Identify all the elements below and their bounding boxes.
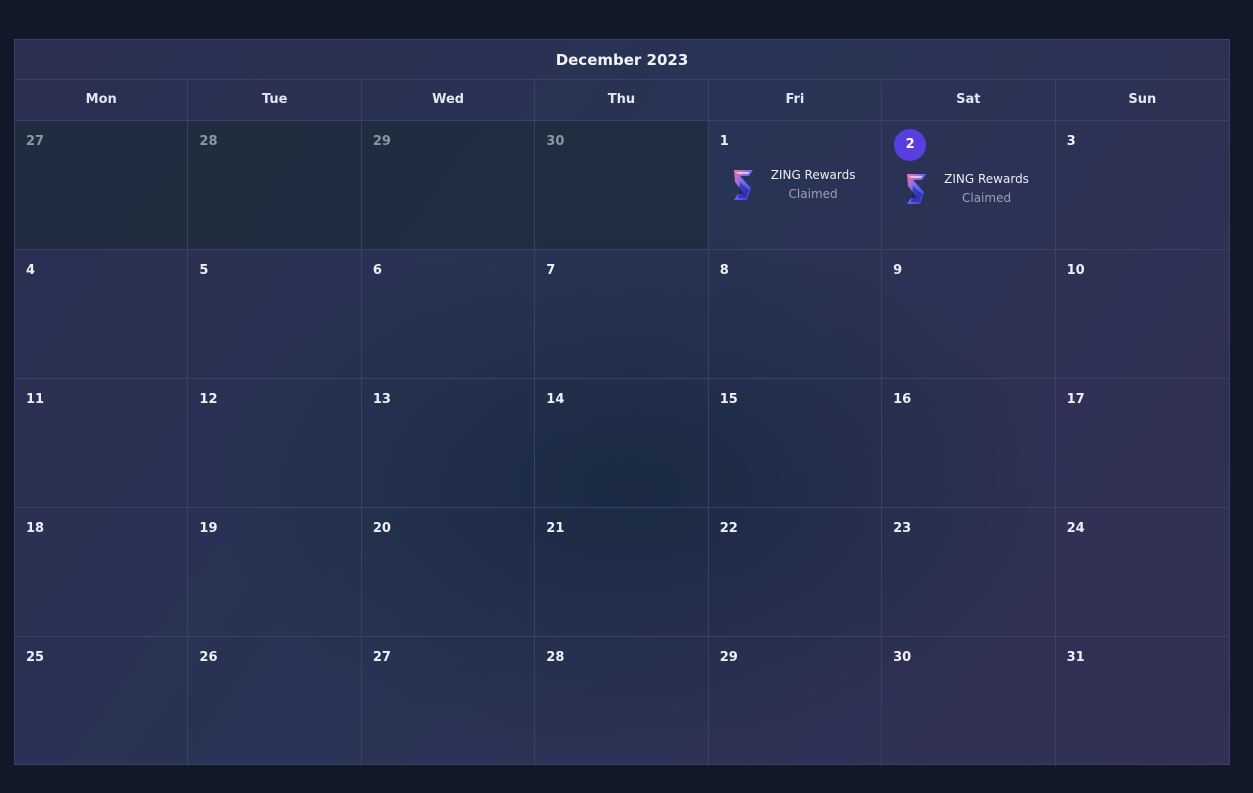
day-number: 10 [1066,263,1085,278]
day-cell[interactable]: 15 [708,379,883,508]
day-number: 5 [199,263,209,278]
day-cell[interactable]: 30 [535,121,709,250]
day-cell[interactable]: 9 [882,250,1056,379]
day-cell[interactable]: 2 ZING Rewards Claimed [882,121,1056,250]
day-number: 7 [546,263,556,278]
day-cell[interactable]: 12 [188,379,362,508]
weekday-fri: Fri [709,80,883,120]
weekday-sun: Sun [1128,92,1157,107]
day-number: 22 [719,521,738,536]
day-number: 1 [719,134,729,149]
day-cell[interactable]: 23 [882,508,1056,637]
weekday-header: Mon Tue Wed Thu Fri Sat Sun [15,80,1229,121]
day-cell[interactable]: 3 [1055,121,1229,250]
day-cell[interactable]: 21 [535,508,709,637]
day-cell[interactable]: 27 [362,637,536,766]
day-number: 30 [893,650,912,665]
day-number: 27 [26,134,45,149]
day-cell[interactable]: 6 [361,250,536,379]
day-cell[interactable]: 28 [188,121,362,250]
day-cell[interactable]: 18 [15,508,189,637]
today-day-number: 2 [894,129,927,161]
event-text: ZING Rewards Claimed [771,166,856,204]
day-number: 4 [26,263,36,278]
day-cell[interactable]: 11 [15,379,189,508]
day-number: 12 [199,392,218,407]
reward-event[interactable]: ZING Rewards Claimed [904,170,1029,208]
day-cell[interactable]: 13 [361,379,536,508]
day-number: 8 [719,263,729,278]
weekday-mon: Mon [15,80,189,120]
weekday-sat: Sat [882,80,1056,120]
weekday-wed: Wed [362,80,536,120]
day-number: 14 [546,392,565,407]
day-number: 28 [546,650,565,665]
day-number: 19 [199,521,218,536]
day-cell[interactable]: 5 [188,250,362,379]
event-status: Claimed [961,191,1012,205]
event-text: ZING Rewards Claimed [944,170,1029,208]
zing-logo-icon [904,172,930,206]
day-number: 6 [372,263,382,278]
day-cell[interactable]: 20 [361,508,536,637]
day-number: 29 [719,650,738,665]
day-cell[interactable]: 7 [535,250,709,379]
calendar-grid: 27 28 29 30 1 ZING Rewards Claimed 2 ZING Rewa… [15,121,1229,766]
reward-event[interactable]: ZING Rewards Claimed [731,166,856,204]
day-number: 11 [26,392,45,407]
event-status: Claimed [788,187,838,201]
day-cell[interactable]: 29 [709,637,883,766]
day-number: 27 [372,650,391,665]
day-cell[interactable]: 16 [882,379,1056,508]
weekday-thu: Thu [535,80,709,120]
day-cell[interactable]: 25 [15,637,189,766]
day-cell[interactable]: 24 [1055,508,1229,637]
day-cell[interactable]: 22 [708,508,883,637]
day-cell[interactable]: 10 [1055,250,1229,379]
calendar-title: December 2023 [15,40,1229,80]
day-cell[interactable]: 4 [15,250,189,379]
event-title: ZING Rewards [944,172,1029,186]
day-cell[interactable]: 30 [882,637,1056,766]
day-number: 25 [26,650,45,665]
day-number: 28 [199,134,218,149]
day-number: 26 [199,650,218,665]
day-cell[interactable]: 28 [535,637,709,766]
day-number: 24 [1066,521,1085,536]
day-cell[interactable]: 8 [708,250,883,379]
day-number: 21 [546,521,565,536]
day-cell[interactable]: 19 [188,508,362,637]
day-cell[interactable]: 1 ZING Rewards Claimed [708,121,883,250]
zing-logo-icon [731,168,757,202]
day-number: 3 [1066,134,1076,149]
day-number: 16 [893,392,912,407]
day-number: 23 [893,521,912,536]
day-number: 18 [26,521,45,536]
day-cell[interactable]: 29 [361,121,536,250]
day-number: 31 [1066,650,1085,665]
day-number: 13 [372,392,391,407]
day-cell[interactable]: 14 [535,379,709,508]
calendar: December 2023 Mon Tue Wed Thu Fri Sat Sun 27 28… [14,39,1230,766]
day-number: 20 [372,521,391,536]
day-number: 17 [1066,392,1085,407]
day-number: 29 [372,134,391,149]
day-cell[interactable]: 27 [15,121,189,250]
event-title: ZING Rewards [770,168,856,182]
weekday-tue: Tue [188,80,362,120]
day-cell[interactable]: 17 [1055,379,1229,508]
day-cell[interactable]: 26 [188,637,362,766]
day-number: 15 [719,392,738,407]
day-number: 30 [546,134,565,149]
day-cell[interactable]: 31 [1056,637,1229,766]
day-number: 9 [893,263,903,278]
